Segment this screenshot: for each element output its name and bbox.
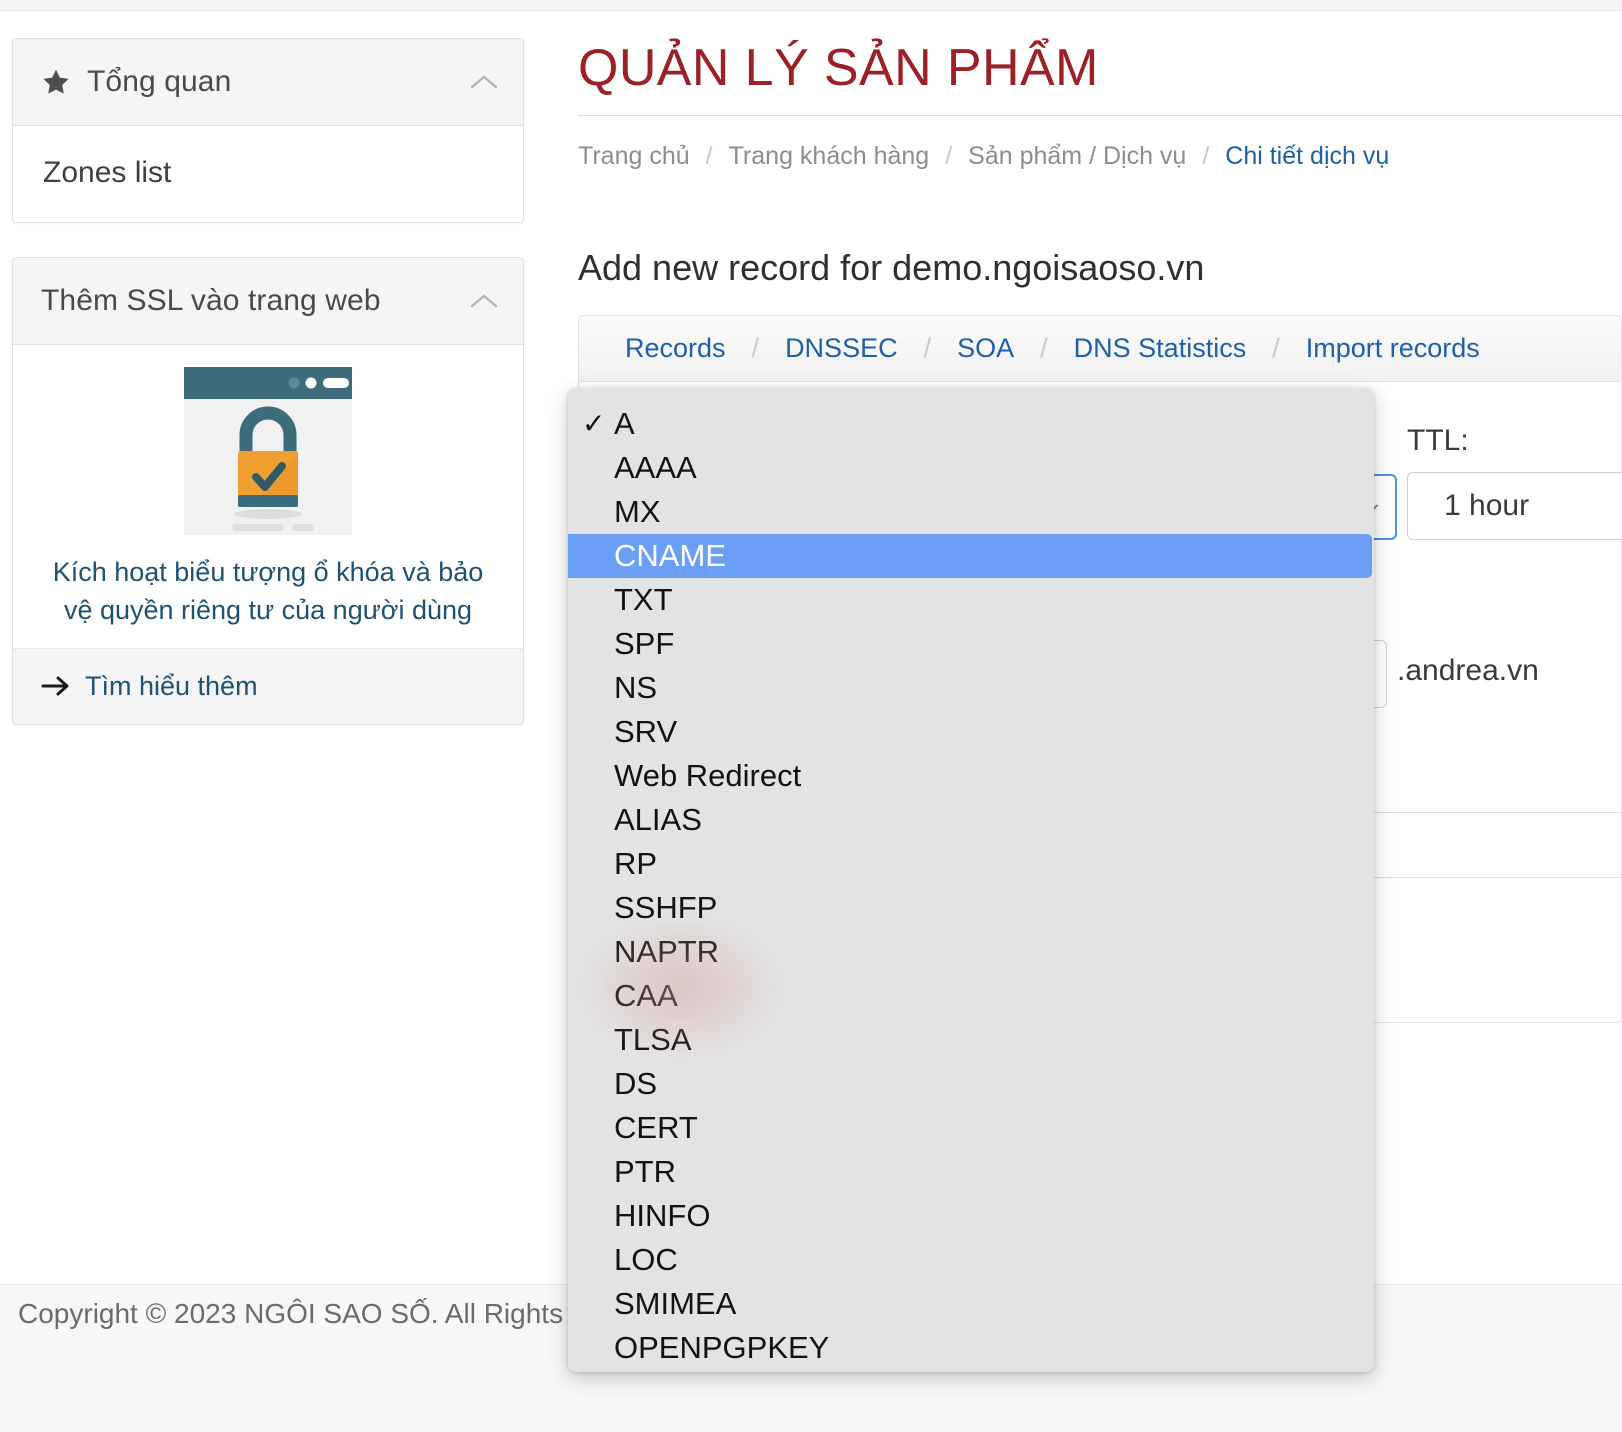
record-type-dropdown-list[interactable]: ✓AAAAAMXCNAMETXTSPFNSSRVWeb RedirectALIA… <box>568 388 1374 1372</box>
ssl-padlock-browser-illustration <box>184 367 352 535</box>
chevron-up-icon[interactable] <box>469 73 499 91</box>
tab-import-records[interactable]: Import records <box>1306 333 1480 364</box>
dropdown-option[interactable]: NAPTR <box>568 930 1374 974</box>
dropdown-option[interactable]: HINFO <box>568 1194 1374 1238</box>
dropdown-option[interactable]: OPENPGPKEY <box>568 1326 1374 1370</box>
dropdown-option-label: TLSA <box>614 1022 692 1057</box>
breadcrumb-item-service-detail[interactable]: Chi tiết dịch vụ <box>1225 142 1389 171</box>
ssl-panel-title: Thêm SSL vào trang web <box>41 284 381 318</box>
dropdown-option[interactable]: ✓A <box>568 402 1374 446</box>
overview-panel-body: Zones list <box>13 126 523 222</box>
tab-soa[interactable]: SOA <box>957 333 1014 364</box>
dropdown-option-label: NAPTR <box>614 934 719 969</box>
dropdown-option-label: SSHFP <box>614 890 717 925</box>
tab-dnssec[interactable]: DNSSEC <box>785 333 898 364</box>
tab-dns-statistics[interactable]: DNS Statistics <box>1074 333 1247 364</box>
overview-panel-header[interactable]: Tổng quan <box>13 39 523 126</box>
breadcrumb-item-home[interactable]: Trang chủ <box>578 142 690 171</box>
ssl-panel-header[interactable]: Thêm SSL vào trang web <box>13 258 523 345</box>
breadcrumb-separator: / <box>690 142 729 171</box>
dropdown-option[interactable]: RP <box>568 842 1374 886</box>
dropdown-option[interactable]: SSHFP <box>568 886 1374 930</box>
tab-separator: / <box>1014 333 1074 364</box>
dropdown-option-label: ALIAS <box>614 802 702 837</box>
ttl-label: TTL: <box>1407 424 1469 458</box>
ttl-select[interactable]: 1 hour <box>1407 472 1622 540</box>
dropdown-option-label: AAAA <box>614 450 697 485</box>
tab-records[interactable]: Records <box>625 333 726 364</box>
chevron-up-icon[interactable] <box>469 292 499 310</box>
dropdown-option[interactable]: SRV <box>568 710 1374 754</box>
star-icon <box>41 67 71 97</box>
page-title: QUẢN LÝ SẢN PHẨM <box>578 40 1622 115</box>
dropdown-option[interactable]: CERT <box>568 1106 1374 1150</box>
top-bar <box>0 0 1622 11</box>
dropdown-option-label: PTR <box>614 1154 676 1189</box>
section-title: Add new record for demo.ngoisaoso.vn <box>578 247 1622 289</box>
dropdown-option-label: DS <box>614 1066 657 1101</box>
title-divider <box>578 115 1622 116</box>
breadcrumb-separator: / <box>929 142 968 171</box>
dropdown-option-label: TXT <box>614 582 673 617</box>
check-icon: ✓ <box>582 402 605 446</box>
dropdown-option-label: A <box>614 406 635 441</box>
dropdown-option[interactable]: TXT <box>568 578 1374 622</box>
overview-panel-title: Tổng quan <box>87 65 231 99</box>
arrow-right-icon <box>41 675 71 697</box>
dropdown-option-label: CERT <box>614 1110 698 1145</box>
ssl-panel-footer[interactable]: Tìm hiểu thêm <box>13 648 523 724</box>
dropdown-option-label: LOC <box>614 1242 678 1277</box>
dropdown-option-label: SMIMEA <box>614 1286 736 1321</box>
ssl-panel-caption: Kích hoạt biểu tượng ổ khóa và bảo vệ qu… <box>37 553 499 630</box>
tab-bar: Records / DNSSEC / SOA / DNS Statistics … <box>578 315 1622 381</box>
dropdown-option[interactable]: Web Redirect <box>568 754 1374 798</box>
dropdown-option-label: HINFO <box>614 1198 710 1233</box>
tab-separator: / <box>726 333 786 364</box>
tab-separator: / <box>898 333 958 364</box>
dropdown-option-label: MX <box>614 494 661 529</box>
dropdown-option[interactable]: SPF <box>568 622 1374 666</box>
dropdown-option[interactable]: LOC <box>568 1238 1374 1282</box>
dropdown-option-label: RP <box>614 846 657 881</box>
breadcrumb: Trang chủ / Trang khách hàng / Sản phẩm … <box>578 142 1622 171</box>
breadcrumb-separator: / <box>1186 142 1225 171</box>
dropdown-option[interactable]: SMIMEA <box>568 1282 1374 1326</box>
sidebar-item-zones-list[interactable]: Zones list <box>41 152 495 196</box>
tab-separator: / <box>1246 333 1306 364</box>
page-root: Tổng quan Zones list Thêm SSL vào trang … <box>0 0 1622 1432</box>
dropdown-option[interactable]: ALIAS <box>568 798 1374 842</box>
dropdown-option[interactable]: AAAA <box>568 446 1374 490</box>
ssl-panel-body: Kích hoạt biểu tượng ổ khóa và bảo vệ qu… <box>13 345 523 648</box>
dropdown-option-label: SPF <box>614 626 674 661</box>
dropdown-option-label: Web Redirect <box>614 758 801 793</box>
dropdown-option[interactable]: NS <box>568 666 1374 710</box>
ssl-panel: Thêm SSL vào trang web <box>12 257 524 725</box>
breadcrumb-item-products-services[interactable]: Sản phẩm / Dịch vụ <box>968 142 1186 171</box>
dropdown-option[interactable]: DS <box>568 1062 1374 1106</box>
dropdown-option[interactable]: MX <box>568 490 1374 534</box>
dropdown-option-label: CNAME <box>614 538 726 573</box>
learn-more-link[interactable]: Tìm hiểu thêm <box>85 671 258 702</box>
dropdown-option-label: SRV <box>614 714 677 749</box>
dropdown-option-label: NS <box>614 670 657 705</box>
breadcrumb-item-customer-page[interactable]: Trang khách hàng <box>729 142 930 171</box>
overview-panel: Tổng quan Zones list <box>12 38 524 223</box>
dropdown-option[interactable]: PTR <box>568 1150 1374 1194</box>
sidebar: Tổng quan Zones list Thêm SSL vào trang … <box>12 38 524 725</box>
dropdown-option[interactable]: TLSA <box>568 1018 1374 1062</box>
dropdown-option-label: OPENPGPKEY <box>614 1330 829 1365</box>
dropdown-option[interactable]: CNAME <box>568 534 1372 578</box>
record-name-suffix: .andrea.vn <box>1397 654 1539 688</box>
dropdown-option[interactable]: CAA <box>568 974 1374 1018</box>
dropdown-option-label: CAA <box>614 978 678 1013</box>
